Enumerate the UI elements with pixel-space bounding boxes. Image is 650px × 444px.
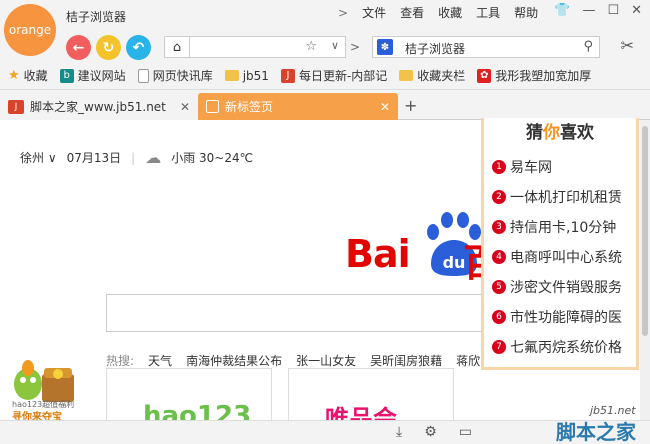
- browser-logo[interactable]: orange: [4, 4, 56, 56]
- bottom-icons: ⤓ ⚙ ▭: [396, 424, 472, 440]
- download-icon[interactable]: ⤓: [396, 424, 402, 440]
- hot-item[interactable]: 张一山女友: [296, 352, 356, 369]
- menu-help[interactable]: 帮助: [514, 4, 538, 21]
- jb-icon: J: [280, 68, 295, 83]
- divider: |: [131, 150, 136, 165]
- search-box[interactable]: ✽ 桔子浏览器 ⚲: [372, 36, 600, 58]
- rain-cloud-icon: ☁: [145, 148, 162, 167]
- recommend-item[interactable]: 2 一体机打印机租赁: [492, 182, 622, 212]
- search-engine-label: 桔子浏览器: [405, 42, 466, 56]
- tab-label: 新标签页: [225, 100, 274, 114]
- menu-bar: > 文件 查看 收藏 工具 帮助: [338, 4, 538, 21]
- city-selector[interactable]: 徐州 ∨: [20, 149, 57, 166]
- menu-view[interactable]: 查看: [400, 4, 424, 21]
- back-button[interactable]: ←: [66, 35, 91, 60]
- recommend-item[interactable]: 1 易车网: [492, 152, 622, 182]
- tab-bar: J 脚本之家_www.jb51.net ✕ 新标签页 ✕ +: [0, 90, 650, 120]
- search-icon[interactable]: ⚲: [583, 39, 593, 54]
- maximize-icon[interactable]: ☐: [607, 3, 619, 18]
- hot-item[interactable]: 南海仲裁结果公布: [186, 352, 282, 369]
- close-tab-icon[interactable]: ✕: [180, 100, 190, 114]
- page-icon: [137, 68, 149, 83]
- recommend-list: 1 易车网 2 一体机打印机租赁 3 持信用卡,10分钟 4 电商呼叫中心系统 5 涉密文…: [492, 152, 622, 362]
- bookmark-daily-update[interactable]: J 每日更新-内部记: [280, 67, 387, 84]
- huawei-icon: ✿: [477, 68, 492, 83]
- star-icon: ★: [8, 68, 20, 83]
- bookmark-favorites[interactable]: ★ 收藏: [8, 67, 48, 84]
- site-card-vip[interactable]: 唯品会: [288, 368, 454, 433]
- main-search-input[interactable]: [106, 294, 486, 332]
- hot-item[interactable]: 蒋欣: [456, 352, 480, 369]
- recommend-panel: 猜你喜欢 1 易车网 2 一体机打印机租赁 3 持信用卡,10分钟 4 电商呼叫中心系统…: [481, 118, 639, 370]
- bookmark-jb51[interactable]: jb51: [224, 69, 269, 83]
- bookmark-web-slices[interactable]: 网页快讯库: [137, 67, 213, 84]
- skin-icon[interactable]: 👕: [554, 3, 570, 18]
- bookmark-suggested-sites[interactable]: b 建议网站: [59, 67, 126, 84]
- recommend-item[interactable]: 4 电商呼叫中心系统: [492, 242, 622, 272]
- tab-new-tab[interactable]: 新标签页 ✕: [198, 93, 398, 120]
- address-bar[interactable]: ☆ ∨: [190, 36, 346, 58]
- navigation-bar: ← ↻ ↶ ⌂ ☆ ∨ > ✽ 桔子浏览器 ⚲: [0, 32, 650, 62]
- app-title: 桔子浏览器: [66, 10, 127, 24]
- jb-icon: J: [8, 99, 24, 114]
- bookmark-huawei[interactable]: ✿ 我形我塑加宽加厚: [477, 67, 591, 84]
- home-icon: ⌂: [172, 39, 182, 55]
- weather-widget: 徐州 ∨ 07月13日 | ☁ 小雨 30~24℃: [20, 148, 253, 167]
- watermark-name: 脚本之家: [556, 420, 636, 444]
- menu-file[interactable]: 文件: [362, 4, 386, 21]
- gear-icon[interactable]: ⚙: [424, 424, 437, 440]
- scissors-icon[interactable]: ✂: [621, 36, 634, 55]
- close-window-icon[interactable]: ✕: [631, 3, 642, 18]
- page-icon: [206, 100, 219, 113]
- chevron-down-icon[interactable]: ∨: [331, 39, 339, 52]
- baidu-paw-text: du: [443, 253, 466, 272]
- baidu-logo-left: Bai: [345, 232, 411, 276]
- menu-favorites[interactable]: 收藏: [438, 4, 462, 21]
- weather-condition[interactable]: 小雨 30~24℃: [171, 149, 253, 166]
- bottom-toolbar: ⤓ ⚙ ▭: [0, 420, 650, 444]
- menu-tools[interactable]: 工具: [476, 4, 500, 21]
- hot-searches: 热搜: 天气 南海仲裁结果公布 张一山女友 吴昕闺房狼藉 蒋欣: [106, 352, 480, 369]
- bing-icon: b: [59, 68, 74, 83]
- tab-jb51[interactable]: J 脚本之家_www.jb51.net ✕: [0, 93, 198, 120]
- undo-button[interactable]: ↶: [126, 35, 151, 60]
- recommend-title: 猜你喜欢: [526, 123, 594, 143]
- recommend-item[interactable]: 3 持信用卡,10分钟: [492, 212, 622, 242]
- bookmark-favorites-bar[interactable]: 收藏夹栏: [399, 67, 465, 84]
- site-card-hao123[interactable]: hao123: [106, 368, 272, 431]
- recommend-item[interactable]: 5 涉密文件销毁服务: [492, 272, 622, 302]
- hot-label: 热搜:: [106, 354, 135, 368]
- go-arrow-icon[interactable]: >: [350, 40, 360, 54]
- tab-label: 脚本之家_www.jb51.net: [30, 100, 166, 114]
- hot-item[interactable]: 天气: [148, 352, 172, 369]
- menu-expand-icon[interactable]: >: [338, 6, 348, 20]
- window-icon[interactable]: ▭: [459, 424, 472, 440]
- baidu-paw-icon[interactable]: ✽: [377, 39, 393, 55]
- weather-date: 07月13日: [66, 151, 122, 165]
- scrollbar-thumb[interactable]: [642, 126, 648, 336]
- recommend-item[interactable]: 6 市性功能障碍的医: [492, 302, 622, 332]
- recommend-item[interactable]: 7 七氟丙烷系统价格: [492, 332, 622, 362]
- window-controls: 👕 — ☐ ✕: [554, 3, 642, 18]
- minimize-icon[interactable]: —: [582, 3, 595, 18]
- home-button[interactable]: ⌂: [164, 36, 190, 58]
- title-bar: 桔子浏览器 > 文件 查看 收藏 工具 帮助 👕 — ☐ ✕: [0, 0, 650, 32]
- folder-icon: [399, 70, 414, 81]
- bookmarks-bar: ★ 收藏 b 建议网站 网页快讯库 jb51 J 每日更新-内部记 收藏夹栏 ✿ 我形我…: [0, 62, 650, 90]
- hot-item[interactable]: 吴昕闺房狼藉: [370, 352, 442, 369]
- new-tab-button[interactable]: +: [404, 96, 417, 115]
- refresh-button[interactable]: ↻: [96, 35, 121, 60]
- bookmark-star-icon[interactable]: ☆: [305, 39, 317, 54]
- folder-icon: [224, 70, 239, 81]
- close-tab-icon[interactable]: ✕: [380, 100, 390, 114]
